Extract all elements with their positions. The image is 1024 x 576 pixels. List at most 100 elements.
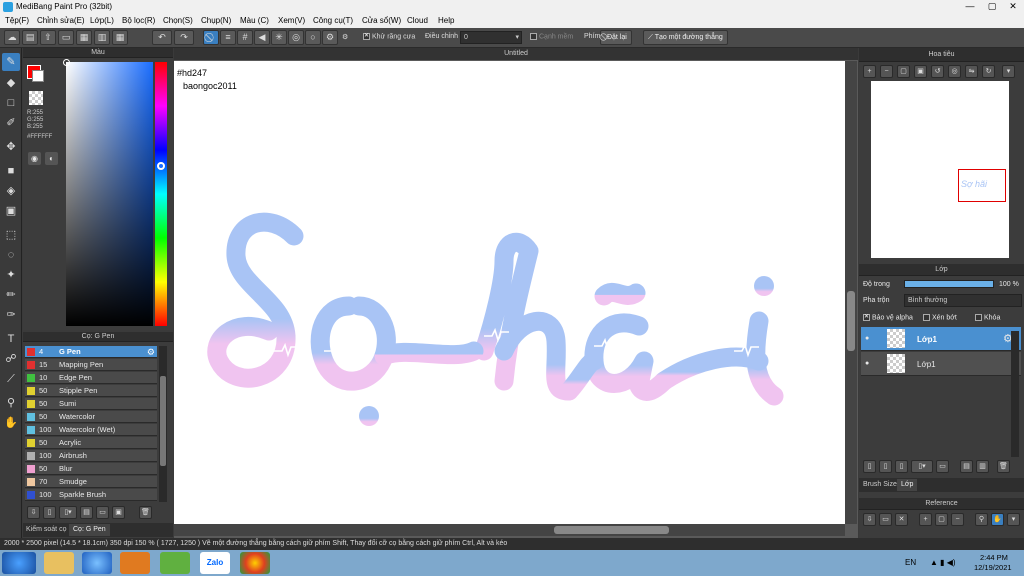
vscroll-thumb[interactable] [847, 291, 855, 351]
menu-snap[interactable]: Chụp(N) [201, 16, 231, 25]
explorer-icon[interactable] [44, 552, 74, 574]
snap-grid-icon[interactable]: # [237, 30, 253, 45]
select-pen-icon[interactable]: ✏ [2, 286, 20, 304]
new-halftone-layer-icon[interactable]: ▯ [895, 460, 908, 473]
comment-icon[interactable]: ▭ [58, 30, 74, 45]
upload-icon[interactable]: ⇧ [40, 30, 56, 45]
new-brush-icon[interactable]: ▯ [43, 506, 56, 519]
brush-item[interactable]: 100 Airbrush [25, 450, 157, 462]
protect-alpha-checkbox[interactable]: ✕ Bảo vệ alpha [863, 314, 913, 321]
chrome-icon[interactable] [240, 552, 270, 574]
opacity-slider[interactable] [904, 280, 994, 288]
save-icon[interactable]: ▤ [22, 30, 38, 45]
cloud-icon[interactable]: ☁ [4, 30, 20, 45]
maximize-button[interactable]: ▢ [982, 1, 1002, 12]
zalo-icon[interactable]: Zalo [200, 552, 230, 574]
ie-icon[interactable] [82, 552, 112, 574]
fill-tool-icon[interactable]: ◈ [2, 182, 20, 200]
antialias-checkbox[interactable]: ✕ Khử răng cưa [363, 33, 415, 40]
hue-slider-handle[interactable] [157, 162, 165, 170]
new-layer-icon[interactable]: ▯ [863, 460, 876, 473]
tab-brush-size[interactable]: Brush Size [863, 481, 897, 488]
hand-icon[interactable]: ✋ [991, 513, 1004, 526]
lock-checkbox[interactable]: Khóa [975, 314, 1000, 321]
eraser-tool-icon[interactable]: ◆ [2, 74, 20, 92]
copy-brush-icon[interactable]: ▤ [80, 506, 93, 519]
move-tool-icon[interactable]: ✥ [2, 138, 20, 156]
start-button[interactable] [2, 552, 36, 574]
brush-item[interactable]: 50 Sumi [25, 398, 157, 410]
brush-item[interactable]: 50 Acrylic [25, 437, 157, 449]
canvas-vscroll[interactable] [845, 61, 857, 524]
snap-curve-icon[interactable]: ○ [305, 30, 321, 45]
brush-list-scrollbar[interactable] [159, 346, 167, 502]
color-picker-cursor[interactable] [63, 59, 70, 66]
grid-icon[interactable]: ▥ [94, 30, 110, 45]
close-button[interactable]: ✕ [1003, 1, 1023, 12]
canvas-tab[interactable]: Untitled [174, 48, 858, 60]
panel-icon[interactable]: ▦ [76, 30, 92, 45]
magic-wand-icon[interactable]: ✦ [2, 266, 20, 284]
hand-tool-icon[interactable]: ✋ [2, 414, 20, 432]
tab-layer[interactable]: Lớp [897, 479, 918, 491]
brush-tool-icon[interactable]: ✎ [2, 53, 20, 71]
correction-pen-icon[interactable]: ✐ [2, 114, 20, 132]
fit-icon[interactable]: ▢ [897, 65, 910, 78]
minimize-button[interactable]: — [960, 1, 980, 12]
menu-cloud[interactable]: Cloud [407, 16, 428, 25]
canvas-hscroll[interactable] [174, 524, 845, 536]
blend-select[interactable]: Bình thường [904, 294, 1022, 307]
dot-tool-icon[interactable]: □ [2, 94, 20, 112]
trash-icon[interactable]: 🗑 [139, 506, 152, 519]
clock-time[interactable]: 2:44 PM [980, 553, 1008, 562]
operation-tool-icon[interactable]: ☍ [2, 350, 20, 368]
app-icon[interactable] [160, 552, 190, 574]
layer-folder-icon[interactable]: ▭ [936, 460, 949, 473]
saturation-value-picker[interactable] [66, 62, 153, 326]
transparent-color-swatch[interactable] [29, 91, 43, 105]
snap-circle-icon[interactable]: ◎ [288, 30, 304, 45]
snap-parallel-icon[interactable]: ≡ [220, 30, 236, 45]
select-eraser-icon[interactable]: ✑ [2, 306, 20, 324]
fit-icon[interactable]: ▢ [935, 513, 948, 526]
menu-window[interactable]: Cửa sổ(W) [362, 16, 401, 25]
menu-tools[interactable]: Công cụ(T) [313, 16, 353, 25]
snap-perspective-icon[interactable]: ◀ [254, 30, 270, 45]
brush-item[interactable]: 100 Watercolor (Wet) [25, 424, 157, 436]
snap-settings-icon[interactable]: ⚙ [322, 30, 338, 45]
gradient-tool-icon[interactable]: ▣ [2, 202, 20, 220]
brush-item[interactable]: 50 Watercolor [25, 411, 157, 423]
redo-icon[interactable]: ↷ [174, 30, 194, 45]
snap-gear-icon[interactable]: ⚙ [342, 33, 348, 41]
actual-size-icon[interactable]: ▣ [914, 65, 927, 78]
clock-date[interactable]: 12/19/2021 [974, 563, 1012, 572]
canvas-paper[interactable]: #hd247 baongoc2011 [174, 61, 845, 524]
eyedropper-icon[interactable]: ⚲ [975, 513, 988, 526]
correction-select[interactable]: 0 ▾ [460, 31, 522, 44]
menu-color[interactable]: Màu (C) [240, 16, 269, 25]
layer-row[interactable]: ● Lớp1 [861, 352, 1021, 376]
menu-view[interactable]: Xem(V) [278, 16, 305, 25]
rotate-reset-icon[interactable]: ◎ [948, 65, 961, 78]
rotate-left-icon[interactable]: ↺ [931, 65, 944, 78]
new-color-layer-icon[interactable]: ▯ [879, 460, 892, 473]
snap-off-icon[interactable]: ⃠ [203, 30, 219, 45]
brush-item[interactable]: 4 G Pen ⚙ [25, 346, 157, 358]
menu-filter[interactable]: Bộ lọc(R) [122, 16, 155, 25]
tray-icons[interactable]: ▲ ▮ ◀) [930, 558, 956, 567]
soft-edge-checkbox[interactable]: Cạnh mềm [530, 33, 573, 40]
eyedropper-tool-icon[interactable]: ⚲ [2, 394, 20, 412]
open-file-icon[interactable]: ▭ [879, 513, 892, 526]
menu-layer[interactable]: Lớp(L) [90, 16, 114, 25]
scrollbar-thumb[interactable] [160, 376, 166, 466]
select-tool-icon[interactable]: ⬚ [2, 226, 20, 244]
gear-icon[interactable]: ⚙ [147, 346, 155, 358]
palette-icon[interactable]: ◉ [28, 152, 41, 165]
tab-brush[interactable]: Cọ: G Pen [69, 524, 110, 536]
zoom-in-icon[interactable]: + [863, 65, 876, 78]
layer-list-scrollbar[interactable] [1011, 331, 1019, 457]
create-line-button[interactable]: ⟋ Tạo một đường thẳng [643, 30, 728, 45]
navigator-menu-icon[interactable]: ▾ [1002, 65, 1015, 78]
layer-row-selected[interactable]: ● Lớp1 ⚙ [861, 327, 1021, 351]
folder-icon[interactable]: ▭ [96, 506, 109, 519]
